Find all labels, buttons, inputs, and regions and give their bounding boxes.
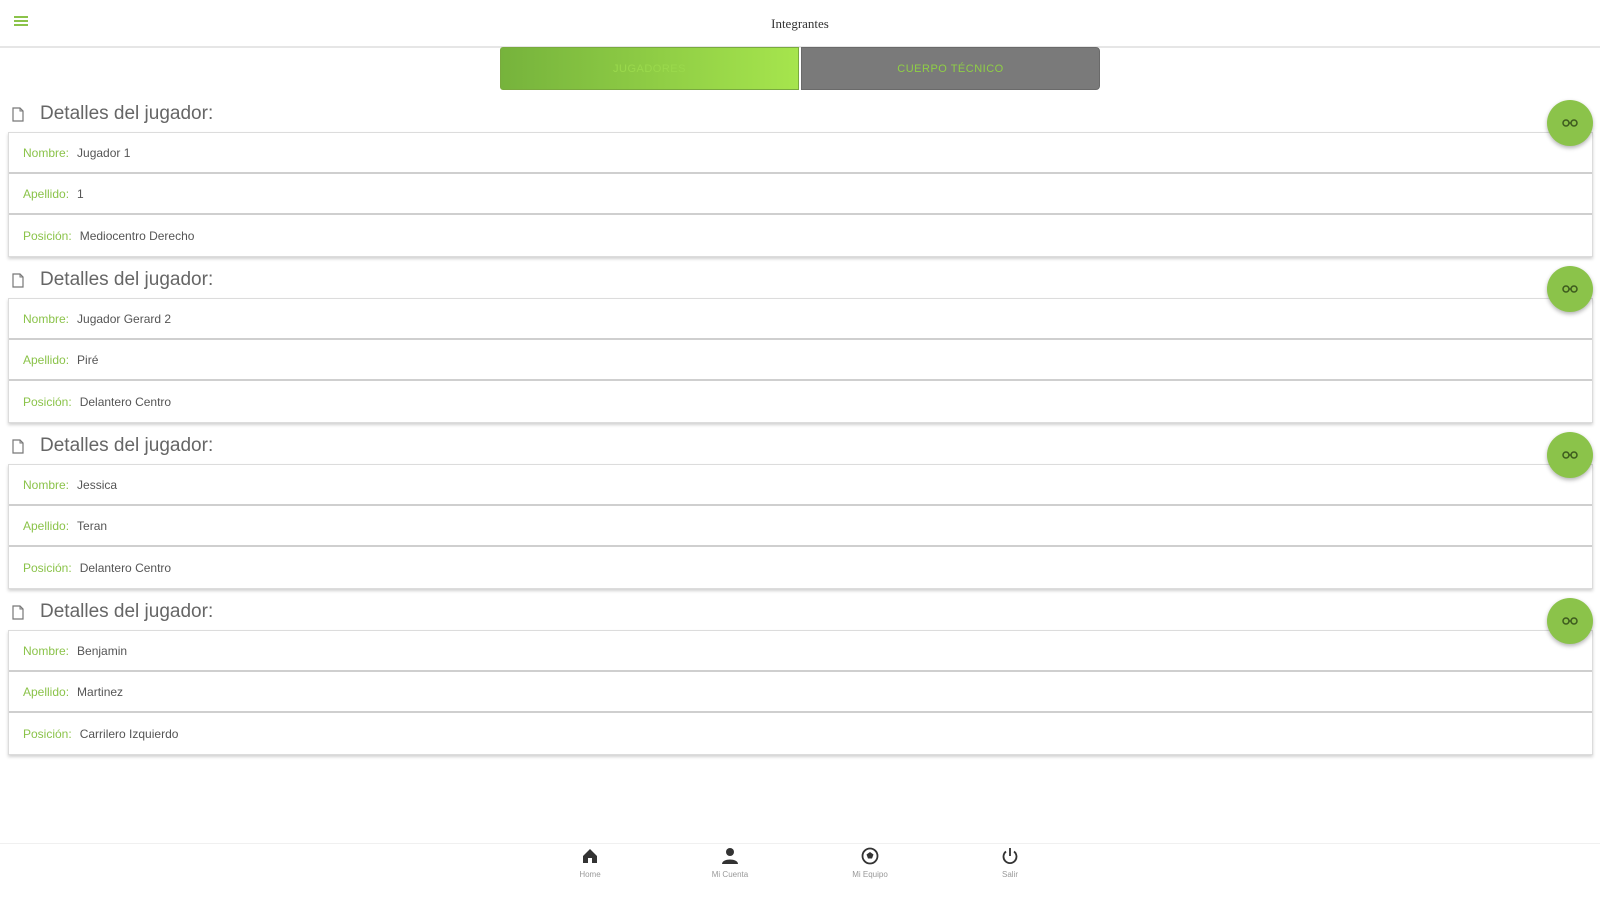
player-card: Detalles del jugador: Nombre: Jugador 1 A…: [8, 96, 1593, 262]
nav-label: Mi Equipo: [852, 870, 888, 879]
card-header: Detalles del jugador:: [8, 594, 1593, 630]
list-item: Apellido: Martinez: [9, 672, 1592, 713]
nav-label: Mi Cuenta: [711, 870, 749, 879]
document-icon: [12, 272, 24, 288]
card-title: Detalles del jugador:: [40, 103, 214, 124]
player-card: Detalles del jugador: Nombre: Jugador Ger…: [8, 262, 1593, 428]
document-icon: [12, 604, 24, 620]
player-details: Nombre: Jessica Apellido: Teran Posición: D…: [8, 464, 1593, 589]
glasses-view-icon: [1562, 451, 1578, 459]
card-title: Detalles del jugador:: [40, 269, 214, 290]
card-header: Detalles del jugador:: [8, 428, 1593, 464]
field-label-apellido: Apellido:: [23, 352, 70, 367]
nav-mi-equipo[interactable]: Mi Equipo: [825, 846, 915, 879]
field-value-apellido: Martinez: [77, 684, 124, 699]
list-item: Nombre: Jugador Gerard 2: [9, 299, 1592, 340]
field-value-apellido: Teran: [77, 518, 108, 533]
document-icon: [12, 438, 24, 454]
field-value-nombre: Jessica: [77, 477, 118, 492]
list-item: Posición: Carrilero Izquierdo: [9, 713, 1592, 754]
view-player-button[interactable]: [1547, 432, 1593, 478]
nav-salir[interactable]: Salir: [965, 846, 1055, 879]
player-card: Detalles del jugador: Nombre: Jessica Ape…: [8, 428, 1593, 594]
field-label-posicion: Posición:: [23, 726, 72, 741]
list-item: Apellido: 1: [9, 174, 1592, 215]
player-card: Detalles del jugador: Nombre: Benjamin Ap…: [8, 594, 1593, 760]
power-icon: [1002, 848, 1018, 865]
segment-tabs: JUGADORES CUERPO TÉCNICO: [500, 47, 1100, 90]
player-details: Nombre: Jugador 1 Apellido: 1 Posición: Med…: [8, 132, 1593, 257]
field-value-apellido: 1: [77, 186, 84, 201]
list-item: Apellido: Piré: [9, 340, 1592, 381]
nav-label: Salir: [1001, 870, 1018, 879]
list-item: Posición: Delantero Centro: [9, 547, 1592, 588]
field-value-apellido: Piré: [77, 352, 99, 367]
card-title: Detalles del jugador:: [40, 435, 214, 456]
field-value-nombre: Jugador Gerard 2: [77, 311, 172, 326]
field-label-nombre: Nombre:: [23, 311, 70, 326]
tab-cuerpo-tecnico[interactable]: CUERPO TÉCNICO: [801, 47, 1100, 90]
field-value-nombre: Benjamin: [77, 643, 128, 658]
person-icon: [722, 848, 738, 864]
field-label-apellido: Apellido:: [23, 186, 70, 201]
tab-jugadores[interactable]: JUGADORES: [500, 47, 799, 90]
nav-mi-cuenta[interactable]: Mi Cuenta: [685, 846, 775, 879]
view-player-button[interactable]: [1547, 266, 1593, 312]
nav-home[interactable]: Home: [545, 846, 635, 879]
field-label-posicion: Posición:: [23, 394, 72, 409]
list-item: Apellido: Teran: [9, 506, 1592, 547]
field-label-posicion: Posición:: [23, 560, 72, 575]
glasses-view-icon: [1562, 617, 1578, 625]
field-value-posicion: Mediocentro Derecho: [79, 228, 195, 243]
list-item: Posición: Delantero Centro: [9, 381, 1592, 422]
card-header: Detalles del jugador:: [8, 262, 1593, 298]
card-title: Detalles del jugador:: [40, 601, 214, 622]
field-value-posicion: Carrilero Izquierdo: [79, 726, 179, 741]
list-item: Nombre: Jessica: [9, 465, 1592, 506]
player-details: Nombre: Jugador Gerard 2 Apellido: Piré Po…: [8, 298, 1593, 423]
list-item: Nombre: Jugador 1: [9, 133, 1592, 174]
field-label-nombre: Nombre:: [23, 477, 70, 492]
nav-label: Home: [579, 870, 601, 879]
glasses-view-icon: [1562, 119, 1578, 127]
document-icon: [12, 106, 24, 122]
player-list: Detalles del jugador: Nombre: Jugador 1 A…: [8, 96, 1593, 760]
field-label-posicion: Posición:: [23, 228, 72, 243]
glasses-view-icon: [1562, 285, 1578, 293]
page-title: Integrantes: [771, 16, 829, 31]
field-value-posicion: Delantero Centro: [79, 560, 172, 575]
view-player-button[interactable]: [1547, 100, 1593, 146]
field-label-nombre: Nombre:: [23, 643, 70, 658]
top-app-bar: Integrantes: [0, 0, 1600, 48]
soccer-ball-icon: [861, 847, 879, 865]
field-value-posicion: Delantero Centro: [79, 394, 172, 409]
home-icon: [583, 849, 597, 863]
card-header: Detalles del jugador:: [8, 96, 1593, 132]
field-value-nombre: Jugador 1: [77, 145, 131, 160]
bottom-navigation: Home Mi Cuenta Mi Equipo Salir: [0, 843, 1600, 900]
list-item: Posición: Mediocentro Derecho: [9, 215, 1592, 256]
list-item: Nombre: Benjamin: [9, 631, 1592, 672]
field-label-apellido: Apellido:: [23, 684, 70, 699]
field-label-nombre: Nombre:: [23, 145, 70, 160]
view-player-button[interactable]: [1547, 598, 1593, 644]
field-label-apellido: Apellido:: [23, 518, 70, 533]
player-details: Nombre: Benjamin Apellido: Martinez Posici…: [8, 630, 1593, 755]
